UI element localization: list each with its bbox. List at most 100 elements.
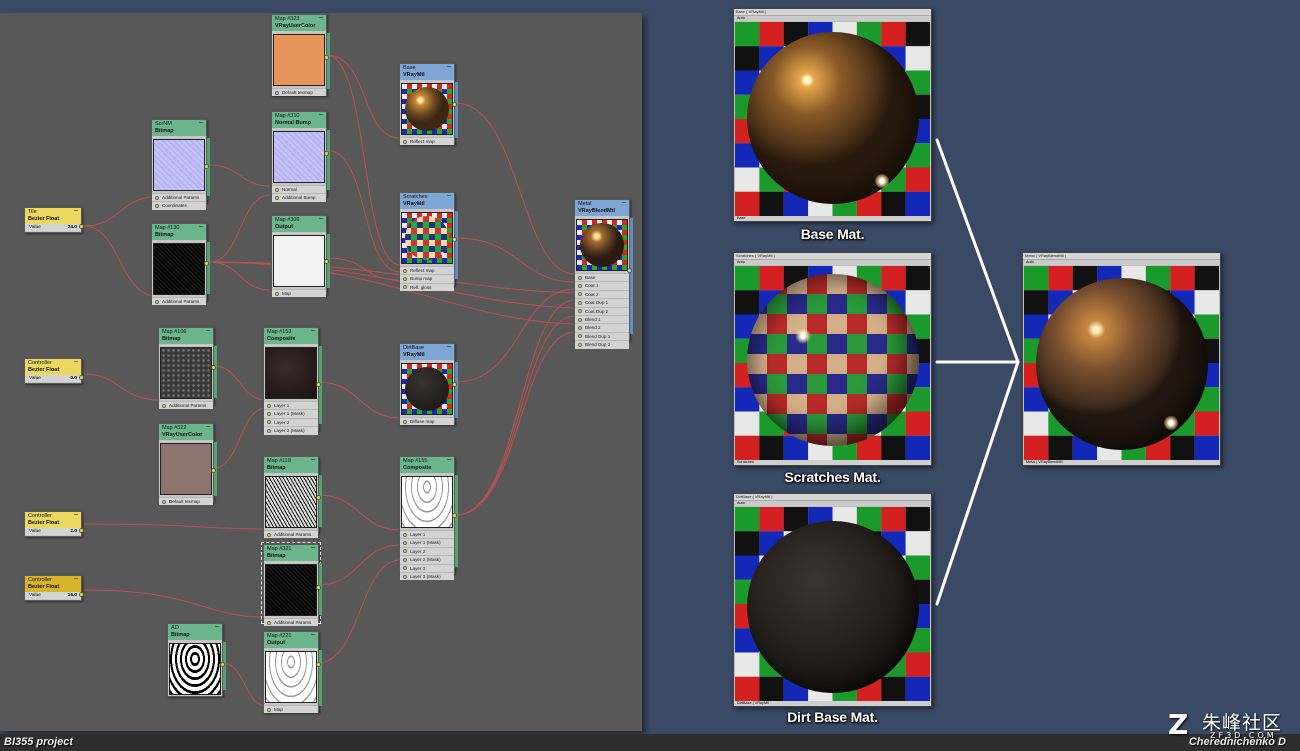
slot[interactable]: Diffuse map <box>400 417 454 426</box>
output-port[interactable] <box>204 261 209 266</box>
minimize-icon[interactable]: – <box>447 456 451 464</box>
minimize-icon[interactable]: – <box>74 358 78 366</box>
output-port[interactable] <box>211 468 216 473</box>
preview-window-metal[interactable]: Metal ( VRayBlendMtl ) Auto Metal | VRay… <box>1022 252 1221 466</box>
node-map155-composite[interactable]: Map #155 Composite – Layer 1 Layer 1 (Mask… <box>399 456 458 581</box>
node-map322-vrayusercolor[interactable]: Map #322 VRayUserColor – Default texmap <box>158 423 217 506</box>
slot[interactable]: Normal <box>272 185 326 194</box>
node-tile-controller[interactable]: Tile Bezier Float – Value 24.0 <box>24 207 84 233</box>
node-scratches-vraymtl[interactable]: Scratches VRayMtl – Reflect map Bump map Ref… <box>399 192 458 292</box>
minimize-icon[interactable]: – <box>199 223 203 231</box>
slot[interactable]: Reflect map <box>400 266 454 275</box>
minimize-icon[interactable]: – <box>74 575 78 583</box>
slot[interactable]: Additional Bump <box>272 193 326 202</box>
slot[interactable]: Blend Dup 1 <box>575 331 629 341</box>
preview-window-dirt[interactable]: DirtBase ( VRayMtl ) Auto DirtBase | VRa… <box>733 493 932 707</box>
value-field[interactable]: 0.0 <box>70 375 77 382</box>
minimize-icon[interactable]: – <box>319 111 323 119</box>
minimize-icon[interactable]: – <box>447 343 451 351</box>
output-port[interactable] <box>79 375 84 380</box>
minimize-icon[interactable]: – <box>215 623 219 631</box>
minimize-icon[interactable]: – <box>311 631 315 639</box>
output-port[interactable] <box>324 55 329 60</box>
output-port[interactable] <box>324 259 329 264</box>
slot[interactable]: Blend 2 <box>575 323 629 332</box>
output-port[interactable] <box>627 268 632 273</box>
node-metal-vrayblendmtl[interactable]: Metal VRayBlendMtl – Base Coat 1 Coat 2 Co… <box>574 199 633 349</box>
minimize-icon[interactable]: – <box>622 199 626 207</box>
slot[interactable]: Blend 1 <box>575 314 629 324</box>
slot[interactable]: Map <box>272 289 326 298</box>
node-map118-bitmap[interactable]: Map #118 Bitmap – Additional Params <box>263 456 322 539</box>
minimize-icon[interactable]: – <box>206 327 210 335</box>
node-map310-normalbump[interactable]: Map #310 Normal Bump – Normal Additional Bu… <box>271 111 330 202</box>
minimize-icon[interactable]: – <box>311 327 315 335</box>
slot[interactable]: Coat Dup 2 <box>575 306 629 315</box>
node-map321-bitmap[interactable]: Map #321 Bitmap – Additional Params <box>261 542 322 627</box>
slot[interactable]: Default texmap <box>159 497 213 506</box>
output-port[interactable] <box>316 382 321 387</box>
slot[interactable]: Layer 2 (Mask) <box>400 555 454 564</box>
slot[interactable]: Base <box>575 273 629 282</box>
slot[interactable]: Bump map <box>400 274 454 283</box>
slot[interactable]: Coat Dup 1 <box>575 298 629 307</box>
slot[interactable]: Additional Params <box>264 618 318 627</box>
output-port[interactable] <box>79 592 84 597</box>
minimize-icon[interactable]: – <box>311 544 315 552</box>
slot[interactable]: Map <box>264 705 318 714</box>
slot[interactable]: Default texmap <box>272 88 326 97</box>
value-field[interactable]: 16.0 <box>68 592 77 599</box>
minimize-icon[interactable]: – <box>199 119 203 127</box>
node-ao-bitmap[interactable]: AO Bitmap – <box>167 623 226 697</box>
slot[interactable]: Layer 1 <box>400 530 454 539</box>
node-scrnm-bitmap[interactable]: ScrNM Bitmap – Additional Params Coordinate… <box>151 119 210 210</box>
node-controller-1[interactable]: Controller Bezier Float – Value 0.0 <box>24 358 84 384</box>
slot[interactable]: Layer 1 (Mask) <box>264 409 318 418</box>
slot[interactable]: Reflect map <box>400 137 454 146</box>
slot[interactable]: Additional Params <box>159 401 213 410</box>
slot[interactable]: Layer 1 <box>264 401 318 410</box>
slot[interactable]: Coordinates <box>152 201 206 210</box>
slot[interactable]: Layer 2 (Mask) <box>264 426 318 435</box>
output-port[interactable] <box>452 102 457 107</box>
node-dirtbase-vraymtl[interactable]: DirtBase VRayMtl – Diffuse map <box>399 343 458 426</box>
minimize-icon[interactable]: – <box>447 192 451 200</box>
slot[interactable]: Layer 3 (Mask) <box>400 571 454 581</box>
window-toolbar[interactable]: Auto <box>1023 259 1220 265</box>
slot[interactable]: Layer 2 <box>264 417 318 427</box>
window-toolbar[interactable]: Auto <box>734 15 931 21</box>
output-port[interactable] <box>79 528 84 533</box>
slot[interactable]: Blend Dup 2 <box>575 340 629 349</box>
minimize-icon[interactable]: – <box>319 14 323 22</box>
output-port[interactable] <box>211 365 216 370</box>
node-controller-2[interactable]: Controller Bezier Float – Value 2.0 <box>24 511 84 537</box>
node-map323-vrayusercolor[interactable]: Map #323 VRayUserColor – Default texmap <box>271 14 330 97</box>
window-toolbar[interactable]: Auto <box>734 500 931 506</box>
node-map106-bitmap[interactable]: Map #106 Bitmap – Additional Params <box>158 327 217 410</box>
slot[interactable]: Layer 2 <box>400 546 454 556</box>
node-controller-3[interactable]: Controller Bezier Float – Value 16.0 <box>24 575 84 601</box>
node-map221-output[interactable]: Map #221 Output – Map <box>263 631 322 714</box>
output-port[interactable] <box>220 662 225 667</box>
node-map153-composite[interactable]: Map #153 Composite – Layer 1 Layer 1 (Mask)… <box>263 327 322 435</box>
output-port[interactable] <box>316 585 321 590</box>
minimize-icon[interactable]: – <box>74 207 78 215</box>
minimize-icon[interactable]: – <box>311 456 315 464</box>
minimize-icon[interactable]: – <box>447 63 451 71</box>
output-port[interactable] <box>79 224 84 229</box>
slot[interactable]: Additional Params <box>152 297 206 306</box>
window-toolbar[interactable]: Auto <box>734 259 931 265</box>
slot[interactable]: Additional Params <box>152 193 206 202</box>
minimize-icon[interactable]: – <box>206 423 210 431</box>
output-port[interactable] <box>452 382 457 387</box>
minimize-icon[interactable]: – <box>74 511 78 519</box>
preview-window-base[interactable]: Base ( VRayMtl ) Auto Base <box>733 8 932 222</box>
value-field[interactable]: 2.0 <box>70 528 77 535</box>
slot[interactable]: Layer 1 (Mask) <box>400 538 454 547</box>
node-map130-bitmap[interactable]: Map #130 Bitmap – Additional Params <box>151 223 210 306</box>
output-port[interactable] <box>316 662 321 667</box>
minimize-icon[interactable]: – <box>319 215 323 223</box>
slot[interactable]: Refl. gloss <box>400 282 454 292</box>
slot[interactable]: Layer 3 <box>400 563 454 572</box>
slot[interactable]: Coat 1 <box>575 281 629 290</box>
